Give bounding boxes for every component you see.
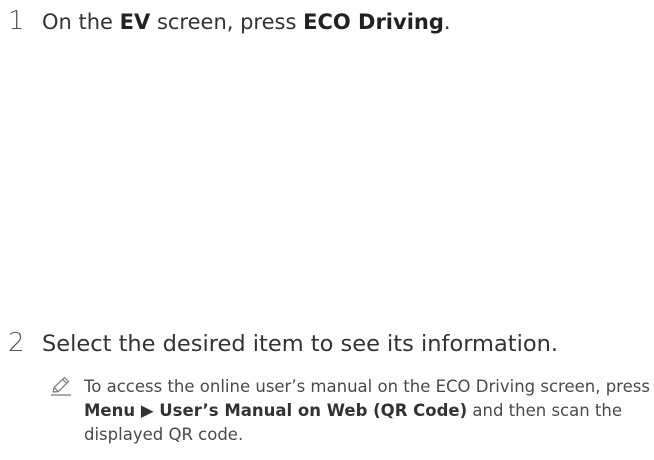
step-text-segment: screen, press (150, 10, 304, 34)
step-text-segment: On the (42, 10, 120, 34)
screen-name-ev: EV (119, 10, 151, 34)
note-text-segment: To access the online user’s manual on th… (84, 377, 650, 396)
menu-path: Menu ▶ User’s Manual on Web (QR Code) (84, 401, 468, 420)
step-instruction: Select the desired item to see its infor… (42, 331, 559, 357)
step-1: 1 On the EV screen, press ECO Driving. (0, 6, 451, 36)
note: To access the online user’s manual on th… (50, 375, 654, 447)
step-text-segment: . (443, 10, 451, 34)
step-2: 2 Select the desired item to see its inf… (0, 328, 558, 358)
note-text: To access the online user’s manual on th… (84, 375, 654, 447)
pencil-icon (50, 376, 84, 396)
step-number: 1 (8, 6, 25, 36)
step-instruction: On the EV screen, press ECO Driving. (42, 10, 451, 34)
button-name-eco-driving: ECO Driving (303, 10, 444, 34)
step-number: 2 (8, 328, 25, 358)
